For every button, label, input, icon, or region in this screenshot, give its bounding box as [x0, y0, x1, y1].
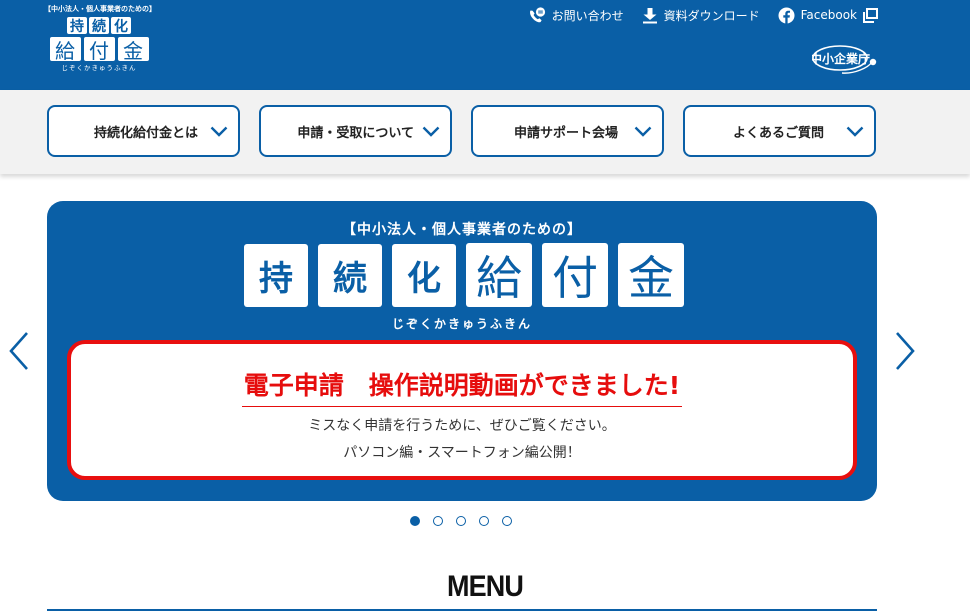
external-window-icon	[863, 7, 878, 23]
utility-links: お問い合わせ 資料ダウンロード Facebook	[528, 6, 878, 24]
slider-next-button[interactable]	[893, 330, 917, 372]
logo-char: 持	[67, 17, 87, 35]
nav-item-faq[interactable]: よくあるご質問	[683, 105, 876, 157]
logo-title-row2: 給 付 金	[44, 37, 154, 63]
slide-title-char: 給	[466, 243, 532, 307]
nav-item-support-venue[interactable]: 申請サポート会場	[471, 105, 664, 157]
nav-item-application[interactable]: 申請・受取について	[259, 105, 452, 157]
slide-notice: 電子申請 操作説明動画ができました! ミスなく申請を行うために、ぜひご覧ください…	[67, 340, 857, 480]
logo-char: 続	[89, 17, 109, 35]
agency-logo-text: 中小企業庁	[812, 51, 870, 66]
contact-link[interactable]: お問い合わせ	[528, 6, 624, 24]
chevron-left-icon	[7, 332, 31, 376]
menu-divider	[47, 609, 877, 611]
logo-reading: じぞくかきゅうふきん	[61, 64, 137, 72]
nav-item-about[interactable]: 持続化給付金とは	[47, 105, 240, 157]
download-link[interactable]: 資料ダウンロード	[642, 6, 760, 24]
agency-logo[interactable]: 中小企業庁	[810, 44, 878, 76]
download-label: 資料ダウンロード	[663, 8, 760, 23]
slide-title-char: 続	[318, 244, 382, 307]
site-logo[interactable]: 【中小法人・個人事業者のための】 持 続 化 給 付 金 じぞくかきゅうふきん	[44, 4, 156, 84]
site-header: 【中小法人・個人事業者のための】 持 続 化 給 付 金 じぞくかきゅうふきん …	[0, 0, 970, 90]
slide-title-char: 化	[392, 244, 456, 307]
slide-reading: じぞくかきゅうふきん	[391, 317, 532, 331]
facebook-icon	[778, 7, 795, 24]
logo-tagline: 【中小法人・個人事業者のための】	[44, 5, 156, 13]
logo-char: 化	[111, 17, 131, 35]
nav-item-label: よくあるご質問	[732, 125, 824, 141]
slider-dot[interactable]	[456, 516, 466, 526]
nav-item-label: 申請サポート会場	[513, 125, 618, 141]
chevron-down-icon	[422, 122, 440, 141]
notice-headline: 電子申請 操作説明動画ができました!	[241, 366, 683, 407]
slider-prev-button[interactable]	[7, 330, 31, 372]
nav-item-label: 申請・受取について	[297, 125, 414, 141]
slide-title: 持 続 化 給 付 金	[244, 243, 684, 307]
menu-heading: MENU	[447, 570, 524, 603]
slider-pagination	[410, 516, 512, 526]
phone-chat-icon	[528, 6, 546, 24]
global-nav: 持続化給付金とは 申請・受取について 申請サポート会場 よくあるご質問	[0, 90, 970, 174]
logo-char: 給	[49, 37, 81, 63]
contact-label: お問い合わせ	[551, 8, 624, 23]
slider-dot[interactable]	[502, 516, 512, 526]
chevron-down-icon	[846, 122, 864, 141]
slider-dot[interactable]	[410, 516, 420, 526]
slider-dot[interactable]	[433, 516, 443, 526]
slide-title-char: 金	[618, 243, 684, 307]
notice-line-2: パソコン編・スマートフォン編公開！	[343, 445, 581, 461]
logo-char: 付	[83, 37, 115, 63]
chevron-down-icon	[210, 122, 228, 141]
slider-dot[interactable]	[479, 516, 489, 526]
chevron-down-icon	[634, 122, 652, 141]
chevron-right-icon	[893, 332, 917, 376]
slide-title-char: 付	[542, 243, 608, 307]
hero-slide[interactable]: 【中小法人・個人事業者のための】 持 続 化 給 付 金 じぞくかきゅうふきん …	[47, 201, 877, 501]
logo-title-row1: 持 続 化	[44, 17, 154, 35]
slide-subtitle: 【中小法人・個人事業者のための】	[342, 222, 582, 238]
facebook-label: Facebook	[800, 8, 857, 22]
slide-title-char: 持	[244, 244, 308, 307]
logo-char: 金	[117, 37, 149, 63]
facebook-link[interactable]: Facebook	[778, 6, 878, 24]
notice-line-1: ミスなく申請を行うために、ぜひご覧ください。	[308, 418, 616, 434]
nav-item-label: 持続化給付金とは	[93, 125, 198, 141]
download-icon	[642, 7, 658, 24]
